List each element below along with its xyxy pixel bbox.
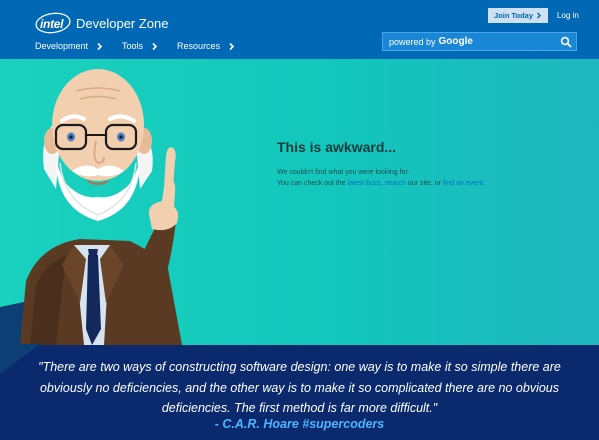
quote-band: "There are two ways of constructing soft…	[0, 344, 599, 440]
search-link[interactable]: search	[385, 180, 406, 187]
nav-item-resources[interactable]: Resources	[177, 41, 236, 51]
error-hero: This is awkward... We couldn't find what…	[0, 59, 599, 345]
chevron-right-icon	[537, 12, 542, 19]
quote-text: "There are two ways of constructing soft…	[38, 360, 561, 415]
chevron-right-icon	[229, 42, 235, 50]
error-message: We couldn't find what you were looking f…	[277, 169, 410, 176]
nav-item-tools[interactable]: Tools	[122, 41, 159, 51]
nav-item-development[interactable]: Development	[35, 41, 104, 51]
main-nav: Development Tools Resources	[35, 41, 254, 51]
find-an-event-link[interactable]: find an event	[443, 180, 483, 187]
scientist-illustration	[0, 69, 182, 345]
search-icon[interactable]	[560, 36, 572, 48]
intel-developer-zone-logo[interactable]: intel Developer Zone	[35, 12, 169, 34]
chevron-right-icon	[97, 42, 103, 50]
google-logo: Google	[438, 36, 473, 47]
developer-zone-text: Developer Zone	[76, 16, 169, 31]
quote-attribution: - C.A.R. Hoare #supercoders	[214, 417, 385, 431]
login-link[interactable]: Log in	[557, 11, 579, 20]
chevron-right-icon	[152, 42, 158, 50]
error-suggestion: You can check out the latest buzz, searc…	[277, 180, 485, 187]
intel-logo-icon: intel	[35, 12, 71, 34]
join-today-button[interactable]: Join Today	[488, 8, 548, 23]
search-input[interactable]: powered by Google	[382, 32, 577, 51]
error-title: This is awkward...	[277, 139, 397, 155]
powered-by-label: powered by	[389, 36, 436, 47]
site-header: intel Developer Zone Development Tools R…	[0, 0, 599, 59]
latest-buzz-link[interactable]: latest buzz	[348, 180, 381, 187]
